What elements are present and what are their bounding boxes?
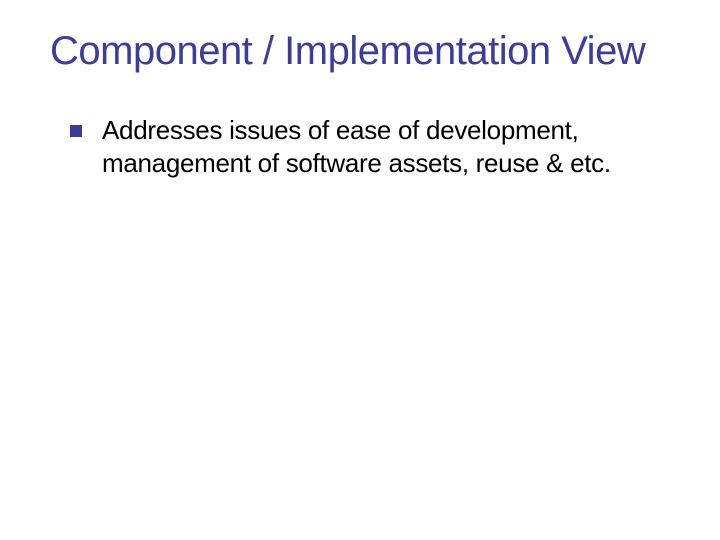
slide-container: Component / Implementation View Addresse… <box>0 0 720 540</box>
bullet-text: Addresses issues of ease of development,… <box>102 114 670 179</box>
square-bullet-icon <box>70 125 82 137</box>
bullet-item: Addresses issues of ease of development,… <box>70 114 670 179</box>
slide-title: Component / Implementation View <box>50 28 670 74</box>
